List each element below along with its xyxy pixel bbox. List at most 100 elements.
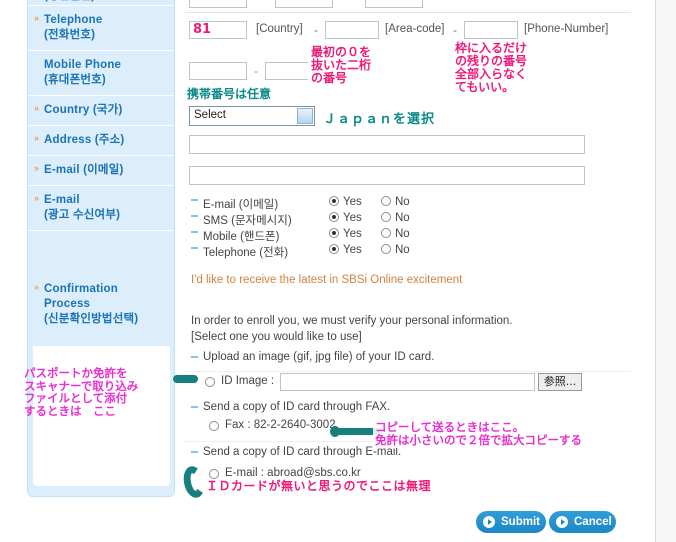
radio-no-label: No [395,228,410,240]
browse-button[interactable]: 参照... [538,373,582,391]
sidebar-nav: (생년월일) » Telephone (전화번호) Mobile Phone (… [27,0,175,497]
cancel-button-label: Cancel [574,516,612,528]
subscription-row-telephone: Telephone (전화) Yes No [185,244,631,260]
chevron-right-icon: » [34,103,40,113]
annotation-country-code-value: 81 [193,22,212,37]
subscription-yes-option[interactable]: Yes [329,196,362,208]
sidebar-item-sublabel: (전화번호) [44,29,96,41]
subscription-label: E-mail (이메일) [203,199,279,211]
id-image-row: ID Image : 参照... [185,371,631,396]
subscription-yes-option[interactable]: Yes [329,244,362,256]
submit-button[interactable]: Submit [476,511,546,533]
confirmation-line-1: In order to enroll you, we must verify y… [191,315,513,327]
birth-month-input[interactable] [275,0,333,8]
bullet-dash-icon [191,231,198,233]
annotation-arrow-id-image [173,375,198,383]
page-right-margin [656,0,676,542]
subscription-no-option[interactable]: No [381,196,410,208]
birth-day-input[interactable] [365,0,423,8]
row-email [185,163,631,191]
subscription-no-option[interactable]: No [381,228,410,240]
sidebar-item-label: Country (국가) [44,104,123,116]
chevron-right-icon: » [34,133,40,143]
radio-no[interactable] [381,228,391,238]
sidebar-item-sublabel: (휴대폰번호) [44,74,106,86]
phone-number-input[interactable] [464,21,518,39]
annotation-sidebar-note: パスポートか免許を スキャナーで取り込み ファイルとして添付 するときは ここ [24,366,139,418]
bullet-dash-icon [191,215,198,217]
sidebar-item-confirmation-process[interactable]: » Confirmation Process (신분확인방법선택) [28,275,174,334]
subscription-label: Mobile (핸드폰) [203,231,280,243]
subscription-row-mobile: Mobile (핸드폰) Yes No [185,228,631,244]
annotation-phone-number-note: 枠に入るだけ の残りの番号 全部入らなく てもいい。 [452,40,550,96]
country-select-value: Select [194,109,226,121]
sidebar-spacer [28,231,174,275]
sidebar-item-label2: Process [44,298,91,310]
bullet-dash-icon [191,247,198,249]
submit-button-label: Submit [501,516,540,528]
id-image-file-input[interactable] [280,373,535,391]
subscription-yes-option[interactable]: Yes [329,212,362,224]
annotation-fax-note: コピーして送るときはここ。 免許は小さいので２倍で拡大コピーする [373,420,637,448]
chevron-down-icon[interactable] [297,108,313,124]
row-country-select: Select Ｊａｐａｎを選択 [185,104,631,130]
phone-dash-1: - [314,23,318,37]
subscription-no-option[interactable]: No [381,244,410,256]
bullet-dash-icon [191,451,198,453]
subscription-label: SMS (문자메시지) [203,215,292,227]
phone-country-label: [Country] [256,23,303,35]
id-image-label: ID Image : [221,375,275,387]
address-input[interactable] [189,135,585,154]
email-confirm-label: E-mail : abroad@sbs.co.kr [225,467,361,479]
sidebar-item-label: Mobile Phone [44,59,122,71]
row-telephone: 81 [Country] - [Area-code] - [Phone-Numb… [185,19,631,47]
form-action-bar: Submit Cancel [0,508,676,542]
radio-id-image[interactable] [205,377,215,387]
radio-yes[interactable] [329,228,339,238]
mobile-prefix-input[interactable] [189,62,247,80]
birth-year-input[interactable] [189,0,247,8]
email-input[interactable] [189,166,585,185]
subscription-yes-option[interactable]: Yes [329,228,362,240]
bullet-dash-icon [191,406,198,408]
subscription-options: E-mail (이메일) Yes No SMS (문자메시지) Yes No M… [185,196,631,288]
radio-no[interactable] [381,212,391,222]
chevron-right-icon: » [34,282,40,292]
phone-number-label: [Phone-Number] [524,23,609,35]
row-address [185,132,631,160]
radio-yes-label: Yes [343,244,362,256]
phone-dash-2: - [453,23,457,37]
play-circle-icon [483,516,495,528]
annotation-area-code-note: 最初の０を 抜いた二桁 の番号 [308,44,419,87]
subscription-label: Telephone (전화) [203,247,289,259]
sidebar-item-mobile-phone[interactable]: Mobile Phone (휴대폰번호) [28,51,174,96]
phone-area-label: [Area-code] [385,23,445,35]
radio-email-confirm[interactable] [209,469,219,479]
sidebar-item-label: Address (주소) [44,134,125,146]
sidebar-item-country[interactable]: » Country (국가) [28,96,174,126]
country-select[interactable]: Select [189,106,315,126]
radio-fax[interactable] [209,421,219,431]
sidebar-item-telephone[interactable]: » Telephone (전화번호) [28,6,174,51]
sidebar-item-sublabel: (광고 수신여부) [44,209,121,221]
sidebar-item-label: Confirmation [44,283,118,295]
registration-page: (생년월일) » Telephone (전화번호) Mobile Phone (… [0,0,676,542]
sidebar-item-address[interactable]: » Address (주소) [28,126,174,156]
fax-label: Fax : 82-2-2640-3002 [225,419,336,431]
promo-consent-text: I'd like to receive the latest in SBSi O… [191,274,463,286]
confirmation-option2-heading: Send a copy of ID card through FAX. [203,401,391,413]
chevron-right-icon: » [34,193,40,203]
radio-yes[interactable] [329,212,339,222]
radio-no-label: No [395,244,410,256]
sidebar-item-email-marketing[interactable]: » E-mail (광고 수신여부) [28,186,174,231]
mobile-dash: - [254,64,258,78]
sidebar-item-email[interactable]: » E-mail (이메일) [28,156,174,186]
subscription-no-option[interactable]: No [381,212,410,224]
phone-area-input[interactable] [325,21,379,39]
radio-no[interactable] [381,244,391,254]
radio-no[interactable] [381,196,391,206]
cancel-button[interactable]: Cancel [549,511,616,533]
radio-yes[interactable] [329,244,339,254]
subscription-row-sms: SMS (문자메시지) Yes No [185,212,631,228]
radio-yes[interactable] [329,196,339,206]
